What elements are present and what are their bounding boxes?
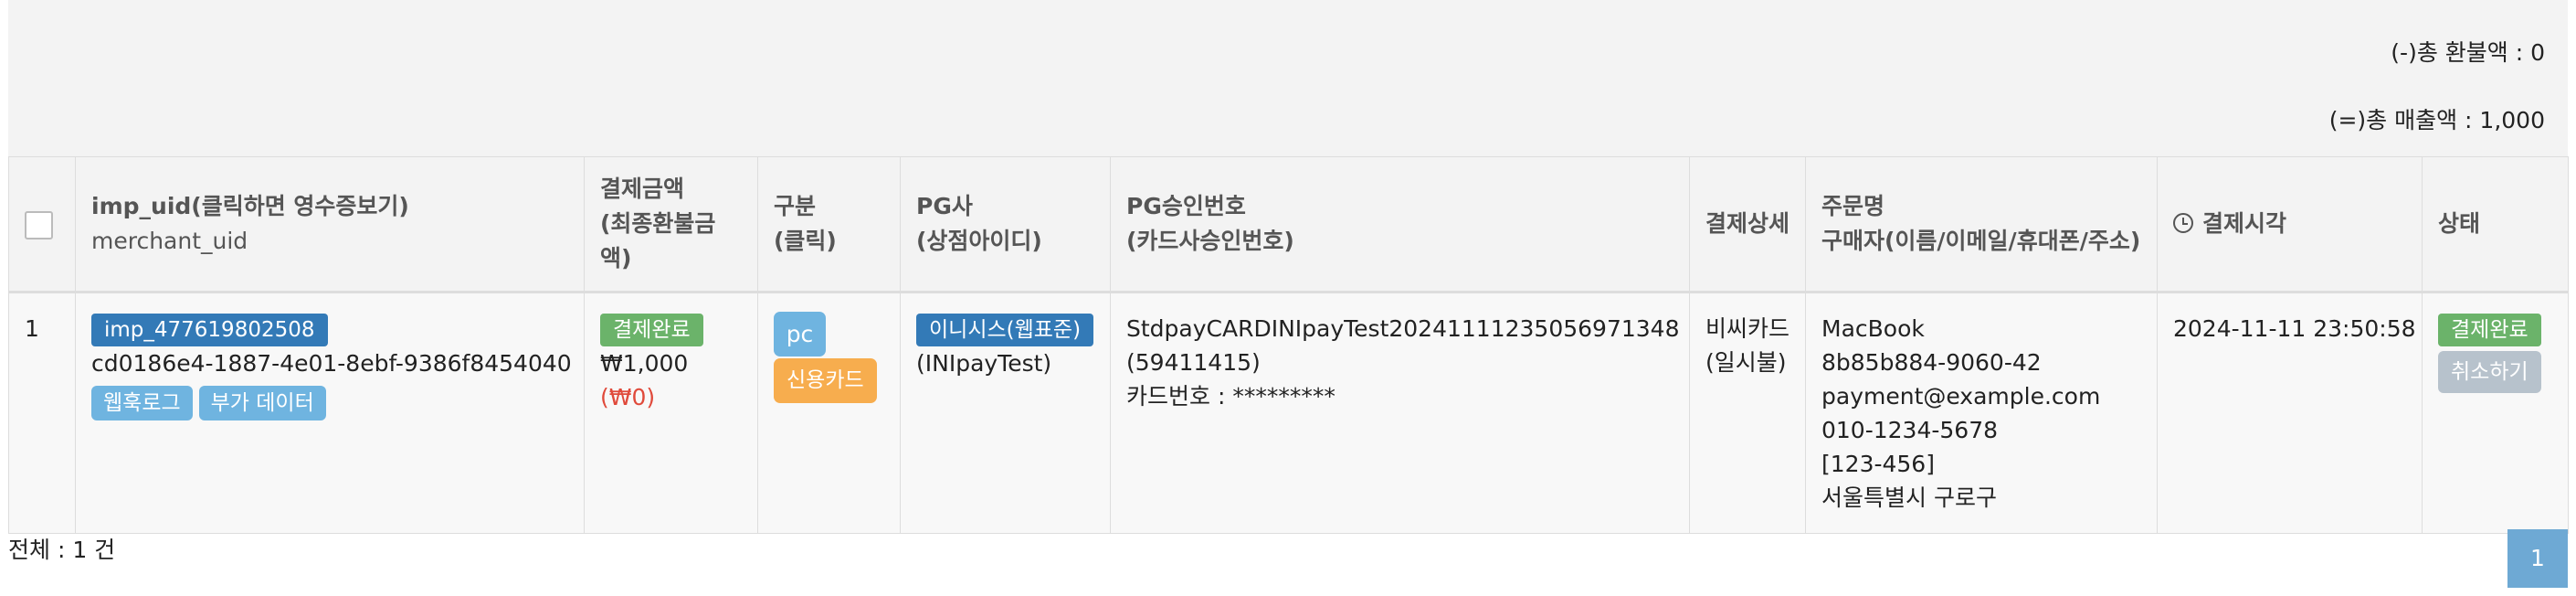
channel-pc-button[interactable]: pc — [774, 312, 826, 357]
clock-icon — [2173, 213, 2193, 233]
buyer-email: payment@example.com — [1821, 383, 2101, 410]
amount-status-badge: 결제완료 — [600, 314, 703, 346]
status-badge: 결제완료 — [2438, 314, 2541, 346]
select-all-cell[interactable] — [8, 156, 76, 293]
header-detail: 결제상세 — [1689, 156, 1806, 293]
order-name: MacBook — [1821, 315, 1925, 342]
header-order: 주문명 구매자(이름/이메일/휴대폰/주소) — [1805, 156, 2158, 293]
pg-provider-badge: 이니시스(웹표준) — [916, 314, 1094, 346]
header-status: 상태 — [2422, 156, 2569, 293]
installment: (일시불) — [1705, 349, 1787, 376]
header-amount: 결제금액 (최종환불금액) — [584, 156, 758, 293]
webhook-log-button[interactable]: 웹훅로그 — [91, 386, 193, 420]
buyer-phone: 010-1234-5678 — [1821, 417, 1999, 443]
imp-uid-link[interactable]: imp_477619802508 — [91, 314, 328, 346]
merchant-uid: cd0186e4-1887-4e01-8ebf-9386f8454040 — [91, 350, 572, 377]
header-type-line1: 구분 — [774, 193, 817, 219]
header-order-line1: 주문명 — [1821, 193, 1885, 219]
header-order-line2: 구매자(이름/이메일/휴대폰/주소) — [1821, 228, 2141, 254]
total-count: 전체 : 1 건 — [8, 537, 116, 563]
row-status-cell: 결제완료 취소하기 — [2422, 292, 2569, 534]
header-status-label: 상태 — [2438, 210, 2481, 237]
row-index: 1 — [8, 292, 76, 534]
paid-at: 2024-11-11 23:50:58 — [2157, 292, 2423, 534]
header-pg: PG사 (상점아이디) — [900, 156, 1111, 293]
extra-data-button[interactable]: 부가 데이터 — [198, 386, 326, 420]
header-approval-line1: PG승인번호 — [1126, 193, 1246, 219]
header-uid-line2: merchant_uid — [91, 228, 248, 254]
buyer-postcode: [123-456] — [1821, 451, 1935, 477]
header-type-line2: (클릭) — [774, 228, 837, 254]
card-issuer: 비씨카드 — [1705, 315, 1790, 342]
header-uid-line1: imp_uid(클릭하면 영수증보기) — [91, 193, 409, 219]
row-order-cell: MacBook 8b85b884-9060-42 payment@example… — [1805, 292, 2158, 534]
header-pg-line1: PG사 — [916, 193, 973, 219]
summary-panel: (-)총 환불액 : 0 (=)총 매출액 : 1,000 — [8, 0, 2568, 156]
pg-tid: StdpayCARDINIpayTest20241111235056971348 — [1126, 315, 1680, 342]
table-row: 1 imp_477619802508 cd0186e4-1887-4e01-8e… — [8, 292, 2569, 534]
cancel-button[interactable]: 취소하기 — [2438, 351, 2541, 393]
method-card-button[interactable]: 신용카드 — [774, 358, 877, 403]
header-time-label: 결제시각 — [2202, 210, 2287, 237]
row-approval-cell: StdpayCARDINIpayTest20241111235056971348… — [1110, 292, 1690, 534]
merchant-id: (INIpayTest) — [916, 350, 1052, 377]
header-uid: imp_uid(클릭하면 영수증보기) merchant_uid — [75, 156, 585, 293]
row-type-cell: pc 신용카드 — [757, 292, 901, 534]
header-amount-line1: 결제금액 — [600, 176, 685, 202]
header-detail-label: 결제상세 — [1705, 210, 1790, 237]
header-approval: PG승인번호 (카드사승인번호) — [1110, 156, 1690, 293]
total-sales-amount: (=)총 매출액 : 1,000 — [2328, 107, 2545, 133]
row-uid-cell: imp_477619802508 cd0186e4-1887-4e01-8ebf… — [75, 292, 585, 534]
buyer-id: 8b85b884-9060-42 — [1821, 349, 2042, 376]
header-time: 결제시각 — [2157, 156, 2423, 293]
row-amount-cell: 결제완료 ₩1,000 (₩0) — [584, 292, 758, 534]
header-pg-line2: (상점아이디) — [916, 228, 1042, 254]
paid-amount: ₩1,000 — [600, 350, 689, 377]
row-pg-cell: 이니시스(웹표준) (INIpayTest) — [900, 292, 1111, 534]
pagination-page-1[interactable]: 1 — [2507, 529, 2568, 588]
header-type: 구분 (클릭) — [757, 156, 901, 293]
payments-table: imp_uid(클릭하면 영수증보기) merchant_uid 결제금액 (최… — [8, 156, 2569, 534]
buyer-address: 서울특별시 구로구 — [1821, 484, 1997, 511]
total-refund-amount: (-)총 환불액 : 0 — [2391, 39, 2545, 66]
card-number: 카드번호 : ********* — [1126, 383, 1336, 410]
select-all-checkbox[interactable] — [25, 210, 53, 239]
table-header-row: imp_uid(클릭하면 영수증보기) merchant_uid 결제금액 (최… — [8, 156, 2569, 293]
row-detail-cell: 비씨카드 (일시불) — [1689, 292, 1806, 534]
card-approval-number: (59411415) — [1126, 349, 1261, 376]
header-amount-line2: (최종환불금액) — [600, 210, 716, 271]
header-approval-line2: (카드사승인번호) — [1126, 228, 1294, 254]
refund-amount: (₩0) — [600, 384, 656, 410]
